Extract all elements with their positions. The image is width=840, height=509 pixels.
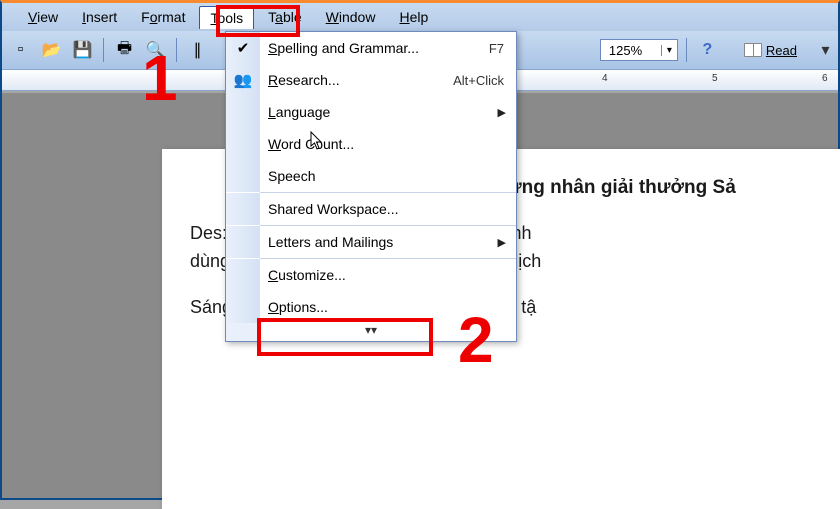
menu-format[interactable]: Format (131, 6, 195, 28)
menu-item-label: Options... (260, 299, 516, 315)
menu-item-letters-and-mailings[interactable]: Letters and Mailings▶ (226, 226, 516, 258)
menu-item-icon (226, 128, 260, 160)
menu-item-icon (226, 193, 260, 225)
cut-icon[interactable]: ∥ (185, 38, 210, 63)
submenu-arrow-icon: ▶ (498, 236, 506, 249)
menu-item-label: Shared Workspace... (260, 201, 516, 217)
ruler-mark: 6 (822, 73, 828, 84)
menu-item-speech[interactable]: Speech (226, 160, 516, 192)
menu-item-icon (226, 160, 260, 192)
menu-item-language[interactable]: Language▶ (226, 96, 516, 128)
menu-item-label: Letters and Mailings (260, 234, 516, 250)
menu-item-icon: 👥 (226, 64, 260, 96)
read-button[interactable]: Read (744, 43, 797, 58)
open-icon[interactable]: 📂 (39, 38, 64, 63)
menu-item-label: Research... (260, 72, 453, 88)
menu-item-research[interactable]: 👥Research...Alt+Click (226, 64, 516, 96)
new-doc-icon[interactable]: ▫ (8, 38, 33, 63)
menu-table[interactable]: Table (258, 6, 311, 28)
chevron-down-icon[interactable]: ▾ (661, 45, 677, 56)
menu-help[interactable]: Help (389, 6, 438, 28)
menu-item-icon (226, 259, 260, 291)
menu-expand-icon[interactable]: ▾▾ (226, 323, 516, 341)
ruler-mark: 4 (602, 73, 608, 84)
submenu-arrow-icon: ▶ (498, 106, 506, 119)
menubar: ViewInsertFormatToolsTableWindowHelp (2, 3, 838, 31)
menu-item-options[interactable]: Options... (226, 291, 516, 323)
menu-item-icon (226, 291, 260, 323)
ruler-mark: 5 (712, 73, 718, 84)
menu-tools[interactable]: Tools (199, 6, 254, 29)
menu-insert[interactable]: Insert (72, 6, 127, 28)
menu-item-customize[interactable]: Customize... (226, 259, 516, 291)
book-icon (744, 43, 762, 57)
menu-item-icon: ✔ (226, 32, 260, 64)
menu-item-icon (226, 96, 260, 128)
help-icon[interactable]: ? (695, 38, 720, 63)
tools-menu-dropdown: ✔Spelling and Grammar...F7👥Research...Al… (225, 31, 517, 342)
menu-item-label: Customize... (260, 267, 516, 283)
zoom-value: 125% (601, 41, 661, 60)
menu-item-icon (226, 226, 260, 258)
menu-item-spelling-and-grammar[interactable]: ✔Spelling and Grammar...F7 (226, 32, 516, 64)
menu-shortcut: Alt+Click (453, 73, 516, 88)
menu-item-label: Spelling and Grammar... (260, 40, 489, 56)
menu-item-shared-workspace[interactable]: Shared Workspace... (226, 193, 516, 225)
print-preview-icon[interactable]: 🔍 (143, 38, 168, 63)
menu-item-word-count[interactable]: Word Count... (226, 128, 516, 160)
menu-item-label: Word Count... (260, 136, 516, 152)
print-icon[interactable]: 🖶 (112, 38, 137, 63)
menu-view[interactable]: View (18, 6, 68, 28)
menu-shortcut: F7 (489, 41, 516, 56)
menu-item-label: Language (260, 104, 516, 120)
zoom-combo[interactable]: 125% ▾ (600, 39, 678, 61)
save-icon[interactable]: 💾 (70, 38, 95, 63)
toolbar-options-icon[interactable]: ▾ (813, 38, 838, 63)
menu-item-label: Speech (260, 168, 516, 184)
menu-window[interactable]: Window (316, 6, 386, 28)
